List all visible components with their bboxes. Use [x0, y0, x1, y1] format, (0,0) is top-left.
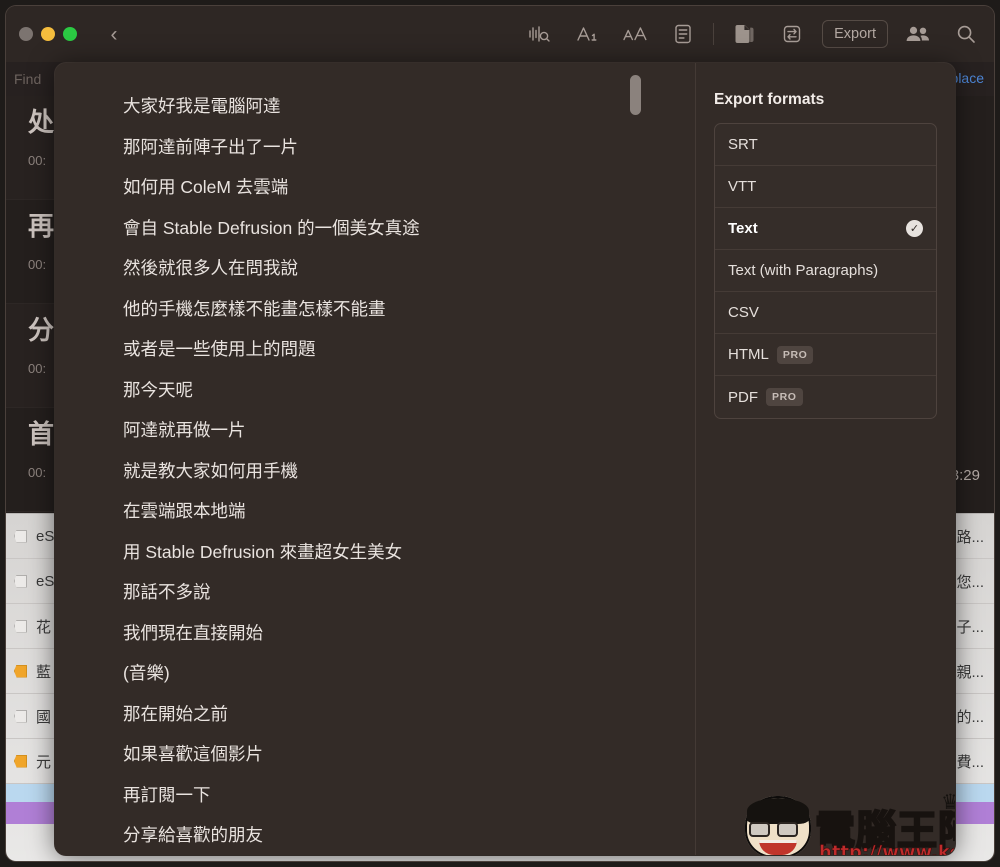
tag-chip-icon [14, 574, 27, 588]
format-label: HTML [728, 346, 769, 363]
find-label: Find [14, 71, 42, 87]
format-label: Text (with Paragraphs) [728, 262, 879, 279]
titlebar: ‹ Export [6, 6, 994, 62]
format-option-csv[interactable]: CSV [715, 292, 936, 334]
tag-chip-icon [14, 709, 27, 723]
tag-chip-icon [14, 754, 27, 768]
tag-chip-icon [14, 664, 27, 678]
transcript-line: 那阿達前陣子出了一片 [123, 136, 298, 157]
transcript-line: 就是教大家如何用手機 [123, 460, 298, 481]
export-formats-title: Export formats [714, 91, 825, 108]
toolbar-divider [713, 23, 715, 45]
search-icon[interactable] [942, 15, 990, 53]
notes-panel-icon[interactable] [659, 15, 707, 53]
format-option-srt[interactable]: SRT [715, 124, 936, 166]
transcript-line: 他的手機怎麼樣不能畫怎樣不能畫 [123, 298, 386, 319]
text-a1-icon[interactable] [563, 15, 611, 53]
format-option-pdf[interactable]: PDF PRO [715, 376, 936, 418]
transcript-line: 阿達就再做一片 [123, 420, 246, 440]
list-item-label: 國 [36, 708, 52, 726]
list-item-value: 親... [956, 663, 984, 681]
duplicate-doc-icon[interactable] [720, 15, 768, 53]
playback-time: 3:29 [950, 467, 980, 484]
transcript-line: 我們現在直接開始 [123, 622, 263, 643]
transcript-line: 那話不多說 [123, 582, 211, 602]
list-item-value: 費... [956, 753, 984, 771]
tag-chip-icon [14, 529, 27, 543]
maximize-button[interactable] [63, 27, 77, 41]
transcript-line: (音樂) [123, 663, 170, 683]
scrollbar-thumb[interactable] [630, 75, 641, 115]
minimize-button[interactable] [41, 27, 55, 41]
format-option-html[interactable]: HTML PRO [715, 334, 936, 376]
transcript-line: 那在開始之前 [123, 703, 228, 724]
toolbar-export-button[interactable]: Export [822, 20, 888, 48]
transcript-line: 再訂閱一下 [123, 784, 211, 805]
pro-badge: PRO [776, 345, 814, 364]
format-option-vtt[interactable]: VTT [715, 166, 936, 208]
format-label: Text [728, 220, 758, 237]
toolbar-actions: Export [515, 15, 994, 53]
check-icon: ✓ [906, 220, 923, 237]
list-item-label: eS [36, 527, 55, 545]
transcript-line: 分享給喜歡的朋友 [123, 825, 263, 845]
export-formats-list: SRT VTT Text ✓ Text (with Paragraphs) CS… [714, 123, 937, 419]
format-label: VTT [728, 178, 757, 195]
transcript-line: 用 Stable Defrusion 來畫超女生美女 [123, 541, 403, 562]
format-label: SRT [728, 136, 758, 153]
list-item-value: 子... [956, 618, 984, 636]
translate-icon[interactable] [768, 15, 816, 53]
waveform-search-icon[interactable] [515, 15, 563, 53]
export-dialog: 大家好我是電腦阿達 那阿達前陣子出了一片 如何用 ColeM 去雲端 會自 St… [55, 63, 955, 855]
format-label: CSV [728, 304, 759, 321]
list-item-label: 藍 [36, 663, 52, 681]
screen-root: ‹ Export Find place 处 00: 再 00: 分 00: 首 … [0, 0, 1000, 867]
format-option-text-paragraphs[interactable]: Text (with Paragraphs) [715, 250, 936, 292]
transcript-line: 在雲端跟本地端 [123, 501, 246, 521]
list-item-label: 花 [36, 618, 52, 636]
tag-chip-icon [14, 619, 27, 633]
list-item-value: 您... [956, 573, 984, 591]
transcript-line: 如何用 ColeM 去雲端 [123, 177, 289, 197]
export-formats-pane: Export formats SRT VTT Text ✓ Text (with… [696, 63, 955, 855]
list-item-value: 的... [956, 708, 984, 726]
transcript-line: 會自 Stable Defrusion 的一個美女真途 [123, 217, 420, 238]
transcript-line: 如果喜歡這個影片 [123, 744, 263, 764]
pro-badge: PRO [766, 388, 803, 406]
people-icon[interactable] [894, 15, 942, 53]
window-controls [19, 27, 77, 41]
format-option-text[interactable]: Text ✓ [715, 208, 936, 250]
transcript-preview[interactable]: 大家好我是電腦阿達 那阿達前陣子出了一片 如何用 ColeM 去雲端 會自 St… [55, 63, 651, 855]
replace-label: place [950, 70, 984, 86]
transcript-line: 或者是一些使用上的問題 [123, 339, 316, 359]
close-button[interactable] [19, 27, 33, 41]
app-window: ‹ Export Find place 处 00: 再 00: 分 00: 首 … [6, 6, 994, 861]
text-size-icon[interactable] [611, 15, 659, 53]
scrollbar-track[interactable] [630, 67, 641, 851]
list-item-label: eS [36, 572, 55, 590]
list-item-value: 路... [956, 528, 984, 546]
list-item-label: 元 [36, 753, 52, 771]
transcript-line: 那今天呢 [123, 379, 193, 400]
transcript-line: 大家好我是電腦阿達 [123, 96, 281, 116]
back-chevron-icon[interactable]: ‹ [103, 23, 125, 45]
format-label: PDF [728, 388, 758, 406]
transcript-line: 然後就很多人在問我說 [123, 258, 298, 278]
